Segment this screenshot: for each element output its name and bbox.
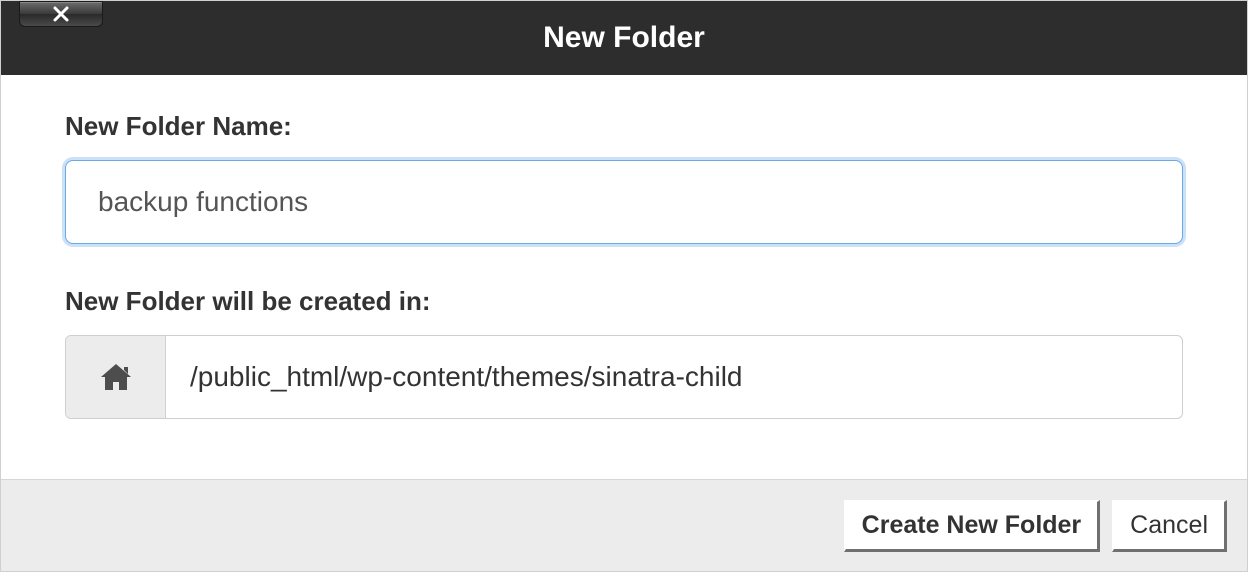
location-field: /public_html/wp-content/themes/sinatra-c… [65,335,1183,419]
close-icon [52,5,70,23]
cancel-button[interactable]: Cancel [1112,500,1227,552]
home-addon [66,336,166,418]
dialog-body: New Folder Name: New Folder will be crea… [1,75,1247,479]
dialog-title: New Folder [543,21,705,55]
location-label: New Folder will be created in: [65,286,1183,317]
create-new-folder-button[interactable]: Create New Folder [844,500,1101,552]
dialog-titlebar: New Folder [1,1,1247,75]
name-label: New Folder Name: [65,111,1183,142]
home-icon [98,361,134,393]
location-path: /public_html/wp-content/themes/sinatra-c… [166,336,1182,418]
new-folder-dialog: New Folder New Folder Name: New Folder w… [0,0,1248,572]
folder-name-input[interactable] [65,160,1183,244]
close-button[interactable] [19,1,103,27]
dialog-footer: Create New Folder Cancel [1,479,1247,571]
